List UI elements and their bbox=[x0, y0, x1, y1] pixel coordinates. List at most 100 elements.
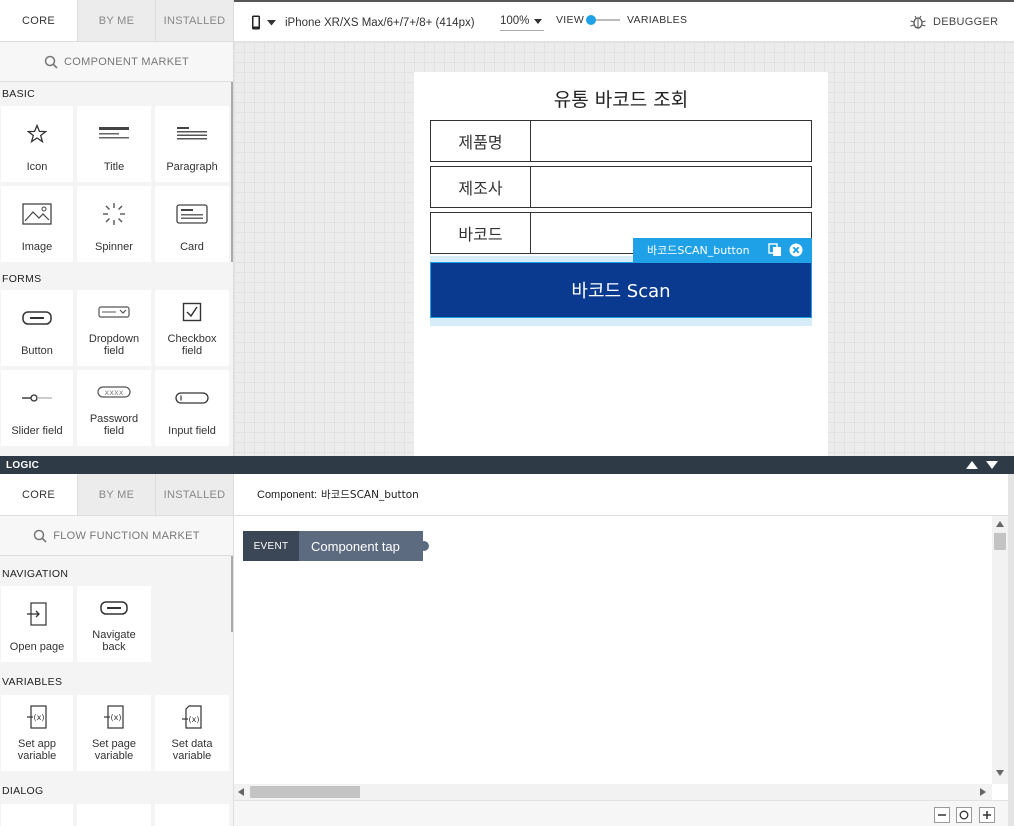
component-prefix: Component: bbox=[257, 488, 317, 501]
chevron-up-icon[interactable] bbox=[966, 461, 978, 469]
field-label-product: 제품명 bbox=[431, 121, 531, 161]
tile-navigate-back[interactable]: Navigate back bbox=[77, 586, 151, 662]
scroll-right-icon[interactable] bbox=[980, 788, 986, 796]
horizontal-scroll-thumb[interactable] bbox=[250, 786, 360, 798]
tile-button[interactable]: Button bbox=[1, 290, 73, 366]
scroll-left-icon[interactable] bbox=[238, 788, 244, 796]
tile-paragraph[interactable]: Paragraph bbox=[155, 106, 229, 182]
flow-horizontal-scrollbar[interactable] bbox=[234, 784, 992, 800]
tile-dialog-2[interactable] bbox=[77, 804, 151, 826]
flow-editor-header: Component: 바코드SCAN_button bbox=[234, 474, 1008, 516]
component-palette: CORE BY ME INSTALLED COMPONENT MARKET BA… bbox=[0, 0, 234, 456]
remove-icon[interactable] bbox=[789, 243, 803, 257]
tile-checkbox-field[interactable]: Checkbox field bbox=[155, 290, 229, 366]
bug-icon bbox=[910, 15, 926, 29]
card-icon bbox=[176, 203, 208, 224]
section-navigation: NAVIGATION bbox=[2, 568, 69, 580]
page-title[interactable]: 유통 바코드 조회 bbox=[414, 85, 828, 112]
tile-label: Paragraph bbox=[166, 161, 218, 173]
tab-installed[interactable]: INSTALLED bbox=[156, 0, 233, 41]
tile-icon[interactable]: Icon bbox=[1, 106, 73, 182]
button-icon bbox=[22, 310, 52, 325]
navigation-grid: Open page Navigate back bbox=[0, 586, 233, 662]
flow-editor-canvas[interactable]: EVENT Component tap bbox=[234, 516, 992, 784]
zoom-select[interactable]: 100% bbox=[500, 15, 544, 31]
tile-dialog-1[interactable] bbox=[1, 804, 73, 826]
tile-label: Input field bbox=[168, 425, 216, 437]
input-icon bbox=[175, 391, 209, 404]
device-selector[interactable]: iPhone XR/XS Max/6+/7+/8+ (414px) bbox=[251, 15, 475, 30]
zoom-reset-button[interactable] bbox=[956, 807, 972, 823]
field-input-product[interactable] bbox=[531, 121, 811, 161]
tile-label: Password field bbox=[89, 413, 139, 437]
zoom-out-button[interactable] bbox=[934, 807, 950, 823]
logic-panel-bar[interactable]: LOGIC bbox=[0, 456, 1014, 474]
palette-scrollbar[interactable] bbox=[231, 82, 233, 262]
zoom-in-button[interactable] bbox=[979, 807, 995, 823]
barcode-scan-button[interactable]: 바코드 Scan bbox=[430, 262, 812, 318]
section-basic: BASIC bbox=[2, 88, 36, 100]
vertical-scroll-thumb[interactable] bbox=[994, 533, 1006, 550]
tab-by-me[interactable]: BY ME bbox=[78, 0, 156, 41]
field-row-maker[interactable]: 제조사 bbox=[430, 166, 812, 208]
tile-label: Navigate back bbox=[92, 629, 136, 653]
variables-label: VARIABLES bbox=[627, 14, 688, 26]
tile-slider-field[interactable]: Slider field bbox=[1, 370, 73, 446]
image-icon bbox=[22, 202, 52, 225]
logic-tab-by-me[interactable]: BY ME bbox=[78, 474, 156, 515]
tile-set-app-variable[interactable]: (x) Set app variable bbox=[1, 695, 73, 771]
scroll-down-icon[interactable] bbox=[996, 770, 1004, 776]
tile-label: Open page bbox=[9, 641, 65, 653]
debugger-button[interactable]: DEBUGGER bbox=[910, 15, 998, 29]
tile-set-page-variable[interactable]: (x) Set page variable bbox=[77, 695, 151, 771]
title-icon bbox=[99, 126, 129, 138]
palette-tabs: CORE BY ME INSTALLED bbox=[0, 0, 233, 42]
tile-dropdown-field[interactable]: Dropdown field bbox=[77, 290, 151, 366]
event-output-port[interactable] bbox=[419, 541, 429, 551]
chevron-down-icon[interactable] bbox=[986, 461, 998, 469]
tile-image[interactable]: Image bbox=[1, 186, 73, 262]
tile-open-page[interactable]: Open page bbox=[1, 586, 73, 662]
field-row-product[interactable]: 제품명 bbox=[430, 120, 812, 162]
view-variables-toggle[interactable] bbox=[586, 15, 620, 25]
field-label-maker: 제조사 bbox=[431, 167, 531, 207]
logic-tab-core[interactable]: CORE bbox=[0, 474, 78, 515]
tile-label: Spinner bbox=[95, 241, 133, 253]
logic-tab-installed[interactable]: INSTALLED bbox=[156, 474, 233, 515]
variables-grid: (x) Set app variable (x) Set page variab… bbox=[0, 695, 233, 771]
view-label: VIEW bbox=[556, 14, 585, 26]
tile-card[interactable]: Card bbox=[155, 186, 229, 262]
tile-title[interactable]: Title bbox=[77, 106, 151, 182]
tile-input-field[interactable]: Input field bbox=[155, 370, 229, 446]
set-page-variable-icon: (x) bbox=[104, 704, 124, 729]
spinner-icon bbox=[103, 202, 125, 225]
tile-label: Set data variable bbox=[171, 738, 213, 762]
tile-set-data-variable[interactable]: (x) Set data variable bbox=[155, 695, 229, 771]
flow-function-market-label: FLOW FUNCTION MARKET bbox=[53, 529, 200, 542]
tile-label: Icon bbox=[26, 161, 48, 173]
circle-icon bbox=[959, 810, 969, 820]
section-variables: VARIABLES bbox=[2, 675, 63, 688]
dropdown-icon bbox=[98, 305, 130, 318]
paragraph-icon bbox=[177, 126, 207, 139]
tile-spinner[interactable]: Spinner bbox=[77, 186, 151, 262]
navigate-back-icon bbox=[100, 600, 128, 615]
tile-dialog-3[interactable] bbox=[155, 804, 229, 826]
logic-palette-scrollbar[interactable] bbox=[231, 556, 233, 632]
field-input-maker[interactable] bbox=[531, 167, 811, 207]
flow-function-market-search[interactable]: FLOW FUNCTION MARKET bbox=[0, 516, 233, 556]
event-node[interactable]: EVENT Component tap bbox=[243, 531, 429, 561]
scroll-up-icon[interactable] bbox=[996, 521, 1004, 527]
search-icon bbox=[44, 55, 58, 69]
flow-vertical-scrollbar[interactable] bbox=[992, 516, 1008, 784]
tab-core[interactable]: CORE bbox=[0, 0, 78, 41]
slider-icon bbox=[22, 393, 52, 402]
star-icon bbox=[27, 123, 47, 143]
device-label: iPhone XR/XS Max/6+/7+/8+ (414px) bbox=[285, 16, 475, 29]
forms-grid: Button Dropdown field Checkbox field Sli… bbox=[0, 290, 233, 446]
open-page-icon bbox=[27, 601, 47, 626]
selected-component-name: 바코드SCAN_button bbox=[647, 244, 750, 257]
duplicate-icon[interactable] bbox=[768, 243, 782, 257]
component-market-search[interactable]: COMPONENT MARKET bbox=[0, 42, 233, 82]
tile-password-field[interactable]: xxxx Password field bbox=[77, 370, 151, 446]
